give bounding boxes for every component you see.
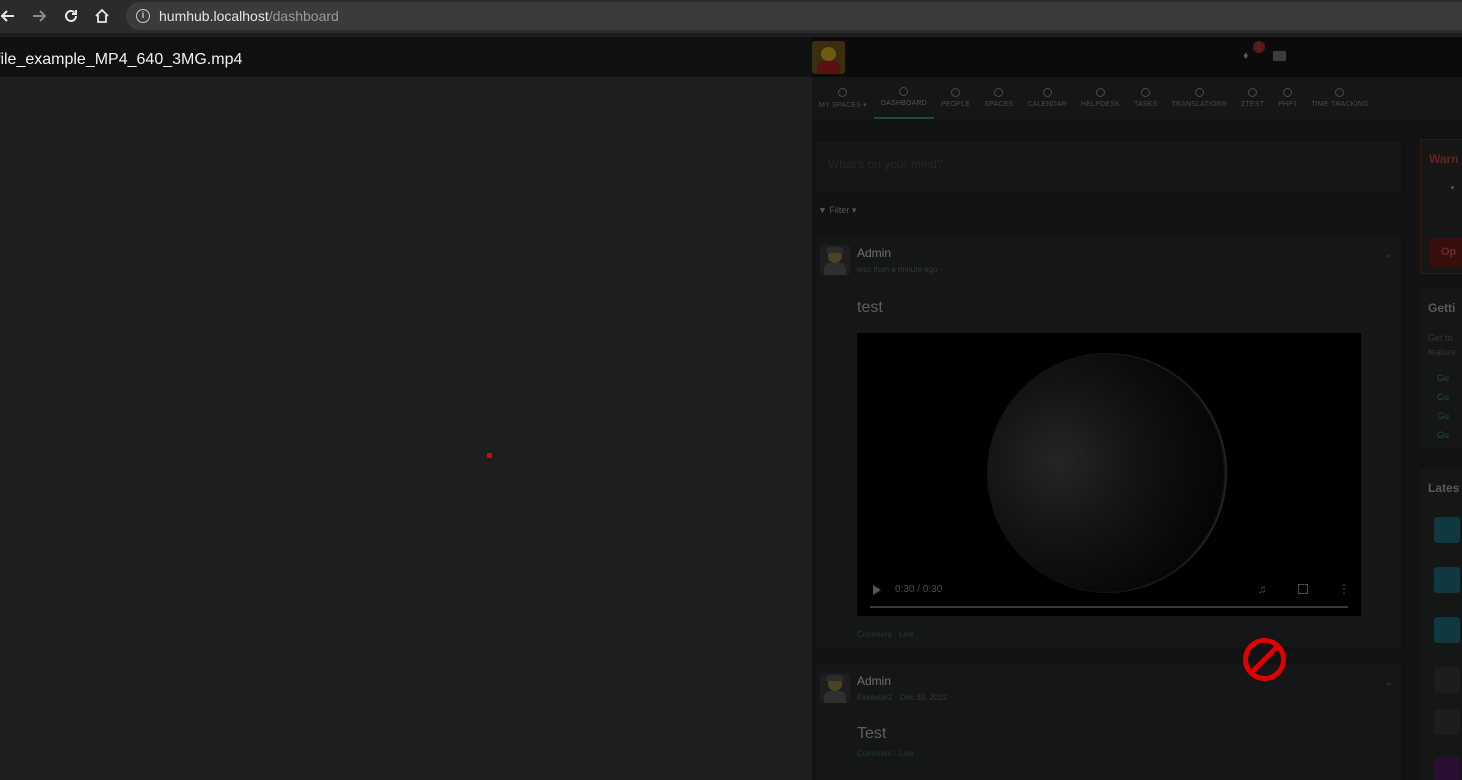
nav-tasks[interactable]: TASKS (1127, 77, 1164, 119)
stream-post: Admin Fakestar2 · Dec 30, 2022 · ⌄ Test … (816, 665, 1401, 780)
nav-helpdesk[interactable]: HELPDESK (1074, 77, 1127, 119)
member-avatar[interactable] (1434, 667, 1460, 693)
guide-link[interactable]: Gu (1437, 373, 1449, 392)
viewer-title: file_example_MP4_640_3MG.mp4 (0, 51, 243, 68)
post-composer[interactable]: What's on your mind? (816, 142, 1401, 192)
latest-members-panel: Lates (1420, 469, 1462, 780)
volume-icon[interactable]: ♫ (1258, 584, 1266, 596)
more-options-icon[interactable]: ⋮ (1338, 583, 1350, 595)
post-author[interactable]: Admin (857, 674, 891, 688)
dashboard-icon (899, 87, 909, 96)
member-avatar[interactable] (1434, 517, 1460, 543)
filter-button[interactable]: ▼ Filter ▾ (818, 205, 856, 216)
home-icon[interactable] (90, 4, 114, 28)
latest-title: Lates (1428, 481, 1460, 495)
warning-button[interactable]: Op (1429, 238, 1462, 267)
circle-icon (838, 87, 848, 97)
nav-php1[interactable]: PHP1 (1271, 77, 1304, 119)
getting-started-panel: Getti Get to feature Gu Gu Gu Gu (1420, 289, 1462, 449)
chevron-down-icon[interactable]: ⌄ (1385, 677, 1393, 688)
humhub-app: ♦ 1 MY SPACES ▾ DASHBOARD PEOPLE SPACES … (812, 37, 1462, 780)
post-actions[interactable]: Comment · Like (857, 630, 913, 639)
half-circle-icon (1248, 88, 1258, 97)
play-icon[interactable] (873, 585, 881, 595)
video-time: 0:30 / 0:30 (895, 584, 943, 595)
video-progress-bar[interactable] (870, 606, 1348, 608)
warning-panel: Warn Op (1420, 139, 1462, 274)
post-meta: less than a minute ago · (857, 265, 943, 274)
member-avatar[interactable] (1434, 567, 1460, 593)
getting-started-title: Getti (1428, 301, 1456, 315)
guide-link[interactable]: Gu (1437, 411, 1449, 430)
getting-started-text: Get to feature (1428, 333, 1457, 357)
clock-icon (1335, 88, 1345, 97)
nav-time-tracking[interactable]: TIME TRACKING (1304, 77, 1375, 119)
topbar: ♦ 1 (812, 37, 1462, 77)
nav-calendar[interactable]: CALENDAR (1020, 77, 1074, 119)
cursor-dot (487, 453, 492, 458)
post-text: Test (857, 725, 887, 742)
member-avatar[interactable] (1434, 757, 1460, 780)
back-icon[interactable] (0, 4, 20, 28)
post-actions[interactable]: Comment · Like (857, 749, 913, 758)
reload-icon[interactable] (59, 4, 83, 28)
author-avatar[interactable] (820, 673, 850, 703)
bell-icon[interactable]: ♦ (1243, 50, 1255, 62)
site-info-icon[interactable]: i (136, 9, 150, 23)
people-icon (951, 88, 961, 97)
nav-ztest[interactable]: ZTEST (1234, 77, 1271, 119)
member-avatar[interactable] (1434, 709, 1460, 735)
member-avatar[interactable] (1434, 617, 1460, 643)
question-icon (1096, 88, 1106, 97)
stream-post: Admin less than a minute ago · ⌄ test 0:… (816, 237, 1401, 647)
list-bullet (1451, 186, 1454, 189)
nav-translations[interactable]: TRANSLATIONS (1164, 77, 1234, 119)
forward-icon[interactable] (27, 4, 51, 28)
warning-title: Warn (1429, 152, 1459, 166)
guide-link[interactable]: Gu (1437, 392, 1449, 411)
guide-link[interactable]: Gu (1437, 430, 1449, 449)
url-text: humhub.localhost/dashboard (159, 8, 339, 24)
main-navigation: MY SPACES ▾ DASHBOARD PEOPLE SPACES CALE… (812, 77, 1462, 119)
mail-icon[interactable] (1273, 51, 1286, 61)
half-circle-icon (1283, 88, 1293, 97)
tasks-icon (1141, 88, 1151, 97)
getting-started-links: Gu Gu Gu Gu (1437, 373, 1449, 449)
list-icon (1194, 88, 1204, 97)
nav-dashboard[interactable]: DASHBOARD (873, 77, 935, 119)
post-text: test (857, 299, 883, 316)
viewer-title-bar: file_example_MP4_640_3MG.mp4 (0, 37, 812, 77)
author-avatar[interactable] (820, 245, 850, 275)
nav-spaces[interactable]: SPACES (977, 77, 1020, 119)
dashboard-content: What's on your mind? ▼ Filter ▾ Admin le… (812, 119, 1462, 780)
nav-people[interactable]: PEOPLE (934, 77, 977, 119)
video-player[interactable]: 0:30 / 0:30 ♫ ⋮ (857, 333, 1361, 616)
browser-toolbar: i humhub.localhost/dashboard (0, 0, 1462, 33)
video-controls: 0:30 / 0:30 ♫ ⋮ (857, 572, 1361, 616)
nav-my-spaces[interactable]: MY SPACES ▾ (812, 77, 874, 119)
address-bar[interactable]: i humhub.localhost/dashboard (126, 2, 1462, 30)
composer-placeholder: What's on your mind? (828, 157, 944, 171)
chevron-down-icon[interactable]: ⌄ (1385, 249, 1393, 260)
fullscreen-icon[interactable] (1298, 584, 1308, 594)
video-frame-earth (987, 353, 1227, 593)
post-author[interactable]: Admin (857, 246, 891, 260)
post-meta: Fakestar2 · Dec 30, 2022 · (857, 693, 953, 702)
circle-icon (994, 88, 1004, 97)
calendar-icon (1042, 88, 1052, 97)
right-sidebar: Warn Op Getti Get to feature Gu Gu Gu Gu… (1420, 139, 1462, 780)
not-allowed-icon (1243, 638, 1286, 681)
viewer-area (0, 77, 812, 780)
notification-badge: 1 (1253, 41, 1265, 53)
user-avatar[interactable] (812, 41, 845, 74)
